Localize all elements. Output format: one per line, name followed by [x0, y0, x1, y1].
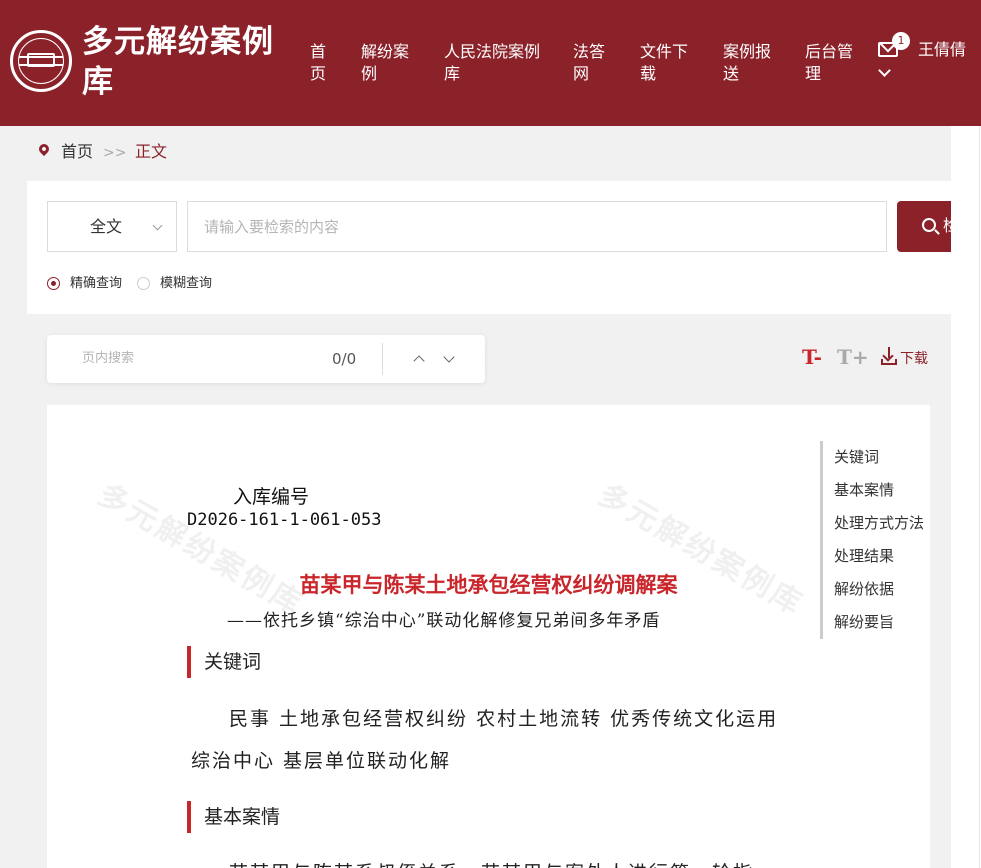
case-number-label: 入库编号 — [233, 486, 310, 508]
in-page-search: 页内搜索 0/0 — [47, 335, 485, 383]
radio-exact-label[interactable]: 精确查询 — [70, 275, 122, 293]
toc-item-result[interactable]: 处理结果 — [823, 540, 950, 573]
case-number: D2026-161-1-061-053 — [187, 510, 382, 530]
nav-submit-case[interactable]: 案例报送 — [723, 41, 775, 85]
radio-exact[interactable] — [47, 277, 60, 290]
search-scope-select[interactable]: 全文 — [47, 201, 177, 252]
site-logo-icon[interactable] — [10, 30, 72, 92]
nav-fadawang[interactable]: 法答网 — [573, 41, 609, 85]
section-marker — [187, 801, 191, 833]
download-button[interactable]: 下载 — [900, 350, 928, 368]
breadcrumb: 首页 >> 正文 — [27, 126, 951, 181]
toc-item-methods[interactable]: 处理方式方法 — [823, 507, 950, 540]
chevron-down-icon[interactable] — [443, 351, 455, 363]
match-count: 0/0 — [332, 350, 357, 368]
notification-badge: 1 — [892, 32, 910, 50]
in-page-search-input[interactable]: 页内搜索 — [82, 351, 134, 367]
top-header: 多元解纷案例库 首页 解纷案例 人民法院案例库 法答网 文件下载 案例报送 后台… — [0, 0, 981, 126]
search-button[interactable]: 检 — [897, 201, 951, 252]
toc-item-basic-facts[interactable]: 基本案情 — [823, 474, 950, 507]
chevron-down-icon[interactable] — [878, 64, 891, 77]
document-subtitle: ——依托乡镇“综治中心”联动化解修复兄弟间多年矛盾 — [227, 611, 661, 631]
nav-court-cases[interactable]: 人民法院案例库 — [444, 41, 544, 85]
search-panel: 全文 检 精确查询 模糊查询 — [27, 181, 951, 314]
radio-fuzzy[interactable] — [137, 277, 150, 290]
site-title[interactable]: 多元解纷案例库 — [82, 22, 282, 102]
radio-fuzzy-label[interactable]: 模糊查询 — [160, 275, 212, 293]
search-button-label: 检 — [943, 216, 951, 236]
toc-item-gist[interactable]: 解纷要旨 — [823, 606, 950, 639]
user-name[interactable]: 王倩倩 — [918, 40, 966, 60]
toc-item-keywords[interactable]: 关键词 — [823, 441, 950, 474]
chevron-up-icon[interactable] — [413, 355, 425, 367]
nav-cases[interactable]: 解纷案例 — [361, 41, 413, 85]
section-heading-keywords: 关键词 — [204, 651, 262, 673]
watermark: 多元解纷案例库 — [591, 477, 810, 623]
page-scrollbar[interactable] — [951, 126, 981, 868]
table-of-contents: 关键词 基本案情 处理方式方法 处理结果 解纷依据 解纷要旨 — [820, 441, 950, 639]
toc-item-basis[interactable]: 解纷依据 — [823, 573, 950, 606]
location-pin-icon — [36, 141, 52, 157]
breadcrumb-current: 正文 — [135, 142, 168, 161]
breadcrumb-separator: >> — [103, 145, 127, 161]
keywords-text: 民事 土地承包经营权纠纷 农村土地流转 优秀传统文化运用 综治中心 基层单位联动… — [191, 708, 779, 772]
section-heading-basic-facts: 基本案情 — [204, 806, 281, 828]
basic-facts-text: 苗某甲与陈某系叔侄关系，苗某甲与案外人进行第一轮指 — [191, 852, 791, 868]
section-marker — [187, 646, 191, 678]
nav-admin[interactable]: 后台管理 — [805, 41, 857, 85]
font-increase-button[interactable]: T+ — [837, 345, 869, 369]
nav-downloads[interactable]: 文件下载 — [640, 41, 692, 85]
document-title: 苗某甲与陈某土地承包经营权纠纷调解案 — [299, 572, 678, 597]
chevron-down-icon — [152, 220, 163, 231]
breadcrumb-home[interactable]: 首页 — [61, 142, 93, 162]
search-input[interactable] — [187, 201, 887, 252]
nav-home[interactable]: 首页 — [310, 41, 330, 85]
download-icon[interactable] — [881, 347, 897, 365]
font-decrease-button[interactable]: T- — [802, 345, 822, 369]
document-body: 多元解纷案例库 多元解纷案例库 入库编号 D2026-161-1-061-053… — [47, 405, 930, 868]
search-scope-value: 全文 — [90, 217, 123, 236]
